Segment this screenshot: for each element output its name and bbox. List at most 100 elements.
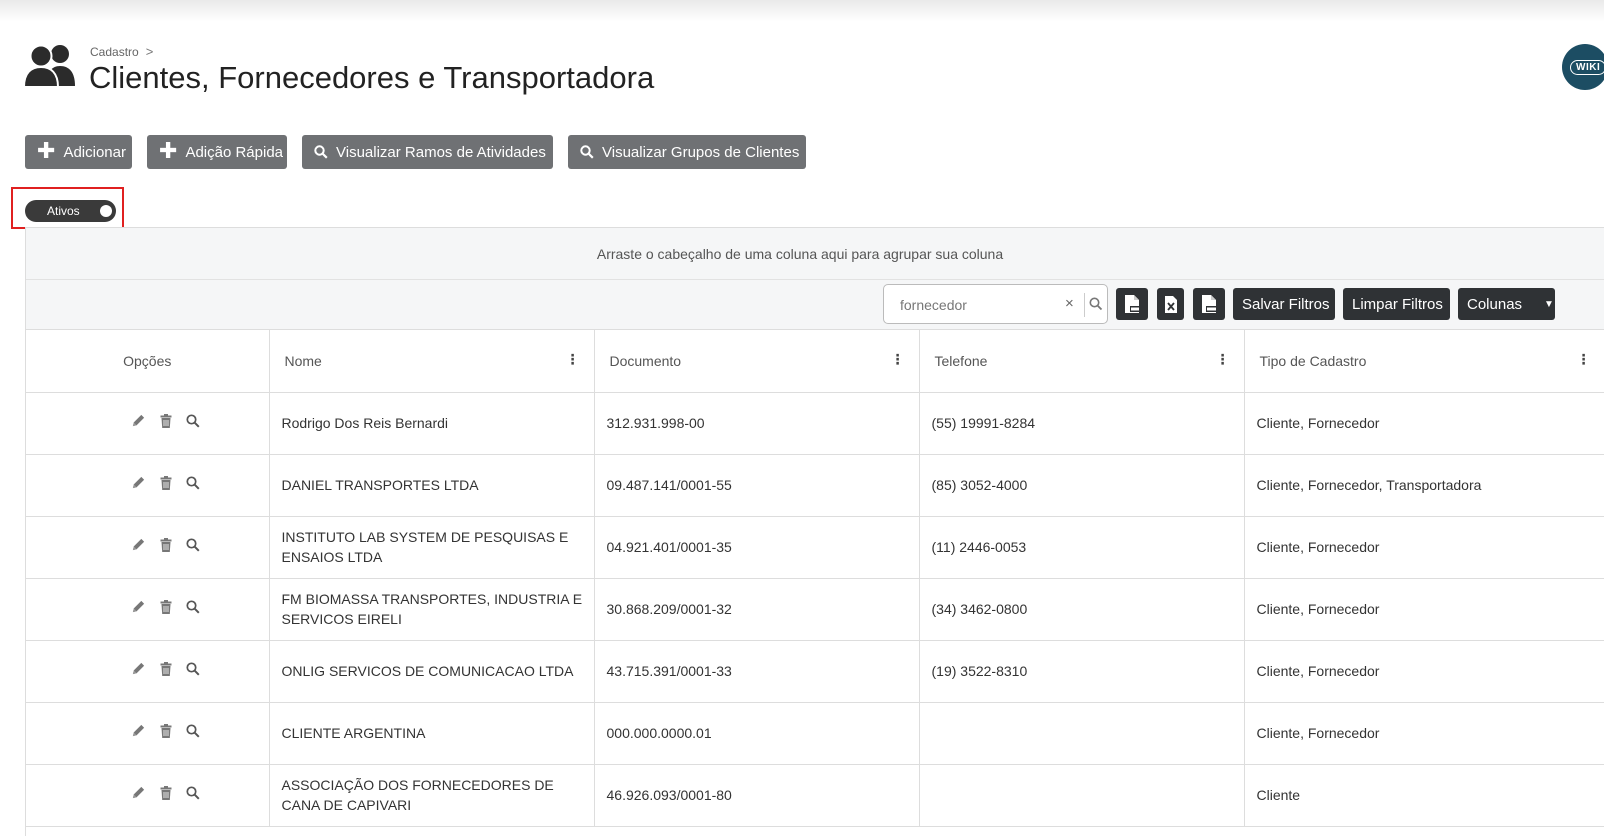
search-divider	[1084, 293, 1085, 317]
columns-dropdown[interactable]: Colunas ▼	[1458, 288, 1555, 320]
row-actions-cell	[26, 454, 270, 517]
cell-name: ASSOCIAÇÃO DOS FORNECEDORES DE CANA DE C…	[269, 764, 595, 827]
column-menu-icon[interactable]: ⋮	[1577, 352, 1591, 366]
quick-add-button[interactable]: ✚ Adição Rápida	[147, 135, 287, 169]
cell-type: Cliente, Fornecedor	[1244, 702, 1604, 765]
column-header-options: Opções	[26, 330, 270, 393]
search-icon[interactable]	[186, 599, 200, 614]
row-actions-cell	[26, 578, 270, 641]
search-icon[interactable]	[186, 661, 200, 676]
search-icon	[314, 145, 328, 159]
active-toggle[interactable]: Ativos	[25, 200, 116, 222]
wiki-label: WIKI	[1570, 59, 1604, 75]
search-icon[interactable]	[1089, 297, 1103, 311]
pencil-icon[interactable]	[131, 537, 146, 552]
row-actions-cell	[26, 392, 270, 455]
row-actions-cell	[26, 702, 270, 765]
cell-type: Cliente, Fornecedor	[1244, 516, 1604, 579]
clear-filters-label: Limpar Filtros	[1352, 295, 1443, 313]
cell-name: FM BIOMASSA TRANSPORTES, INDUSTRIA E SER…	[269, 578, 595, 641]
clear-search-icon[interactable]: ×	[1065, 295, 1074, 312]
column-header-phone[interactable]: Telefone ⋮	[919, 330, 1245, 393]
table-row[interactable]: ONLIG SERVICOS DE COMUNICACAO LTDA 43.71…	[26, 640, 1604, 703]
pencil-icon[interactable]	[131, 475, 146, 490]
excel-file-icon	[1164, 295, 1177, 313]
column-header-type[interactable]: Tipo de Cadastro ⋮	[1244, 330, 1604, 393]
table-row[interactable]: DANIEL TRANSPORTES LTDA 09.487.141/0001-…	[26, 454, 1604, 517]
pencil-icon[interactable]	[131, 661, 146, 676]
view-branches-label: Visualizar Ramos de Atividades	[336, 143, 546, 161]
pencil-icon[interactable]	[131, 785, 146, 800]
table-row[interactable]: INSTITUTO LAB SYSTEM DE PESQUISAS E ENSA…	[26, 516, 1604, 579]
trash-icon[interactable]	[160, 785, 172, 800]
trash-icon[interactable]	[160, 723, 172, 738]
export-excel-button[interactable]	[1157, 288, 1184, 320]
cell-document: 43.715.391/0001-33	[594, 640, 920, 703]
cell-phone	[919, 702, 1245, 765]
search-icon[interactable]	[186, 537, 200, 552]
column-header-name[interactable]: Nome ⋮	[269, 330, 595, 393]
search-icon[interactable]	[186, 723, 200, 738]
trash-icon[interactable]	[160, 475, 172, 490]
wiki-button[interactable]: WIKI	[1562, 44, 1604, 90]
search-icon[interactable]	[186, 413, 200, 428]
export-csv-button[interactable]	[1193, 288, 1225, 320]
search-box: ×	[883, 284, 1108, 325]
top-shadow	[0, 0, 1604, 22]
table-row[interactable]: FM BIOMASSA TRANSPORTES, INDUSTRIA E SER…	[26, 578, 1604, 641]
column-header-document[interactable]: Documento ⋮	[594, 330, 920, 393]
columns-label: Colunas	[1467, 295, 1523, 313]
view-branches-button[interactable]: Visualizar Ramos de Atividades	[302, 135, 553, 169]
cell-type: Cliente, Fornecedor, Transportadora	[1244, 454, 1604, 517]
column-menu-icon[interactable]: ⋮	[891, 352, 905, 366]
pencil-icon[interactable]	[131, 723, 146, 738]
trash-icon[interactable]	[160, 661, 172, 676]
active-toggle-label: Ativos	[47, 204, 80, 218]
cell-name: INSTITUTO LAB SYSTEM DE PESQUISAS E ENSA…	[269, 516, 595, 579]
search-icon[interactable]	[186, 785, 200, 800]
add-button[interactable]: ✚ Adicionar	[25, 135, 132, 169]
export-pdf-button[interactable]	[1116, 288, 1148, 320]
cell-type: Cliente, Fornecedor	[1244, 392, 1604, 455]
cell-name: ONLIG SERVICOS DE COMUNICACAO LTDA	[269, 640, 595, 703]
table-header-row: Opções Nome ⋮ Documento ⋮ Telefone ⋮ Tip…	[26, 330, 1604, 393]
table-row[interactable]: Rodrigo Dos Reis Bernardi 312.931.998-00…	[26, 392, 1604, 455]
cell-phone: (11) 2446-0053	[919, 516, 1245, 579]
cell-name: CLIENTE ARGENTINA	[269, 702, 595, 765]
column-header-label: Opções	[123, 352, 172, 369]
search-icon[interactable]	[186, 475, 200, 490]
column-header-label: Documento	[609, 352, 682, 369]
csv-file-icon	[1202, 295, 1217, 313]
quick-add-button-label: Adição Rápida	[185, 143, 284, 161]
pencil-icon[interactable]	[131, 599, 146, 614]
column-menu-icon[interactable]: ⋮	[1216, 352, 1230, 366]
trash-icon[interactable]	[160, 413, 172, 428]
table-row[interactable]: CLIENTE ARGENTINA 000.000.0000.01 Client…	[26, 702, 1604, 765]
view-groups-label: Visualizar Grupos de Clientes	[602, 143, 800, 161]
cell-phone: (55) 19991-8284	[919, 392, 1245, 455]
plus-icon: ✚	[159, 138, 178, 163]
clients-table: Opções Nome ⋮ Documento ⋮ Telefone ⋮ Tip…	[26, 330, 1604, 827]
caret-down-icon: ▼	[1544, 298, 1554, 310]
add-button-label: Adicionar	[63, 143, 126, 161]
grid-toolbar: ×	[26, 280, 1604, 330]
page-title: Clientes, Fornecedores e Transportadora	[89, 60, 655, 95]
pdf-file-icon	[1125, 295, 1140, 313]
cell-phone: (34) 3462-0800	[919, 578, 1245, 641]
clear-filters-button[interactable]: Limpar Filtros	[1343, 288, 1450, 320]
search-input[interactable]	[898, 285, 1062, 325]
table-row[interactable]: ASSOCIAÇÃO DOS FORNECEDORES DE CANA DE C…	[26, 764, 1604, 827]
row-actions-cell	[26, 764, 270, 827]
breadcrumb-item-cadastro[interactable]: Cadastro	[90, 45, 139, 59]
toggle-knob	[100, 205, 112, 217]
trash-icon[interactable]	[160, 537, 172, 552]
group-panel[interactable]: Arraste o cabeçalho de uma coluna aqui p…	[26, 228, 1604, 280]
pencil-icon[interactable]	[131, 413, 146, 428]
row-actions-cell	[26, 640, 270, 703]
cell-document: 000.000.0000.01	[594, 702, 920, 765]
save-filters-button[interactable]: Salvar Filtros	[1233, 288, 1335, 320]
view-groups-button[interactable]: Visualizar Grupos de Clientes	[568, 135, 806, 169]
trash-icon[interactable]	[160, 599, 172, 614]
column-menu-icon[interactable]: ⋮	[566, 352, 580, 366]
cell-type: Cliente, Fornecedor	[1244, 578, 1604, 641]
